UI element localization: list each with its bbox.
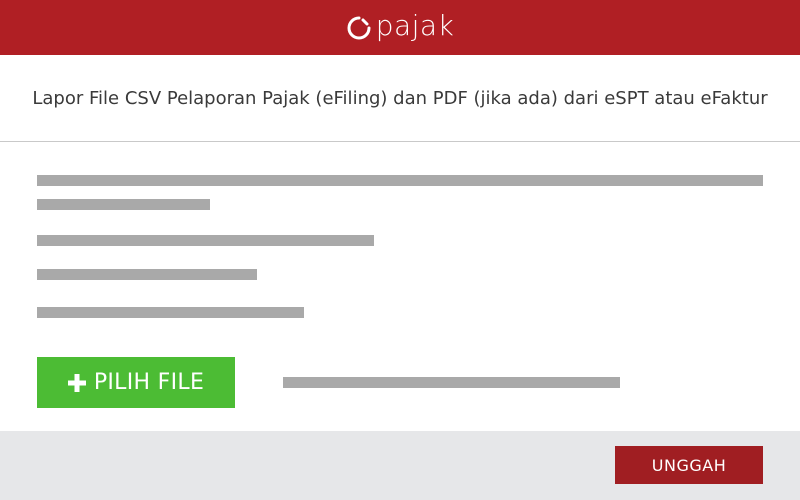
logo-text: pajak: [375, 8, 455, 42]
placeholder-text-line: [37, 269, 257, 280]
placeholder-text-line: [37, 307, 304, 318]
selected-file-name-placeholder: [283, 377, 620, 388]
placeholder-text-line: [37, 175, 763, 186]
pick-file-button[interactable]: PILIH FILE: [37, 357, 235, 408]
pick-file-label: PILIH FILE: [93, 370, 205, 395]
plus-icon: [67, 373, 86, 392]
page-title: Lapor File CSV Pelaporan Pajak (eFiling)…: [0, 55, 800, 142]
placeholder-text-line: [37, 199, 210, 210]
upload-button[interactable]: UNGGAH: [615, 446, 763, 484]
app-header: pajak: [0, 0, 800, 55]
pajak-logo[interactable]: pajak: [346, 8, 455, 42]
placeholder-text-line: [37, 235, 374, 246]
circle-arc-logo-icon: [347, 16, 371, 39]
